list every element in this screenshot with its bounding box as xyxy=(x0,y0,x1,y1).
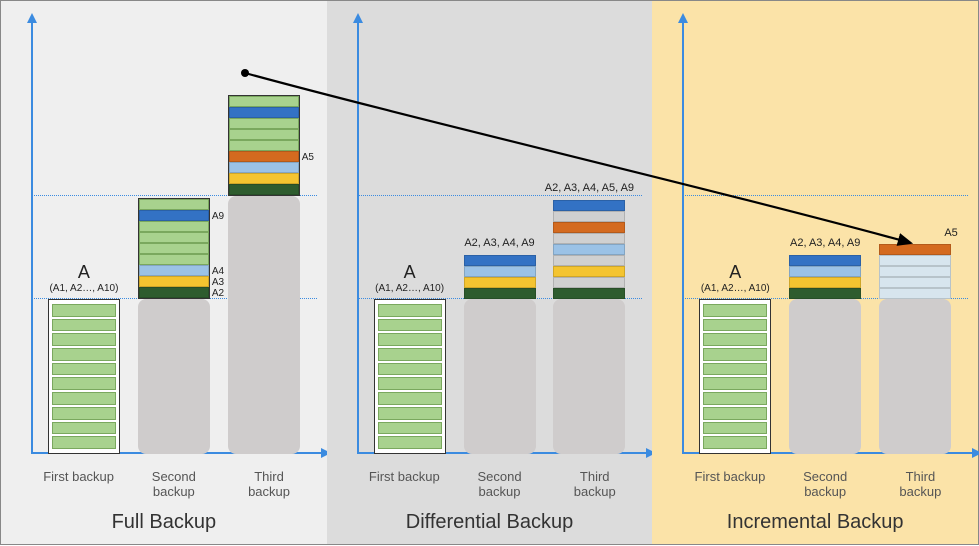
y-axis xyxy=(682,21,684,454)
placeholder xyxy=(228,196,300,454)
chart-full: A (A1, A2…, A10) A2 A3 A4 A9 xyxy=(31,21,317,454)
xlabel: First backup xyxy=(694,469,766,499)
xlabel: First backup xyxy=(368,469,440,499)
panel-differential-backup: A (A1, A2…, A10) A2, A3, A4, A9 xyxy=(327,1,653,544)
panel-full-backup: A (A1, A2…, A10) A2 A3 A4 A9 xyxy=(1,1,327,544)
x-labels-full: First backup Second backup Third backup xyxy=(31,469,317,499)
bars-full: A (A1, A2…, A10) A2 A3 A4 A9 xyxy=(39,21,309,454)
xlabel: Third backup xyxy=(233,469,305,499)
bars-diff: A (A1, A2…, A10) A2, A3, A4, A9 xyxy=(365,21,635,454)
stack-full-second: A2 A3 A4 A9 xyxy=(138,198,210,299)
note-a9: A9 xyxy=(212,211,224,222)
y-axis xyxy=(357,21,359,454)
note-a3: A3 xyxy=(212,277,224,288)
label-A: A (A1, A2…, A10) xyxy=(49,262,118,294)
stack-A xyxy=(48,299,120,454)
xlabel: Third backup xyxy=(884,469,956,499)
panel-title-full: Full Backup xyxy=(1,511,327,534)
bar-full-third: A5 xyxy=(228,95,300,454)
stack-full-third: A5 xyxy=(228,95,300,196)
x-labels-incr: First backup Second backup Third backup xyxy=(682,469,968,499)
placeholder xyxy=(879,299,951,454)
diagram-canvas: Total Space occupied A (A1, A2…, A10) xyxy=(0,0,979,545)
placeholder xyxy=(553,299,625,454)
xlabel: Second backup xyxy=(138,469,210,499)
note-a2: A2 xyxy=(212,288,224,299)
panel-title-incr: Incremental Backup xyxy=(652,511,978,534)
placeholder xyxy=(789,299,861,454)
label-incr-second: A2, A3, A4, A9 xyxy=(790,237,860,249)
panel-incremental-backup: A (A1, A2…, A10) A2, A3, A4, A9 xyxy=(652,1,978,544)
chart-diff: A (A1, A2…, A10) A2, A3, A4, A9 xyxy=(357,21,643,454)
bar-incr-third: A5 xyxy=(879,244,951,454)
xlabel: First backup xyxy=(43,469,115,499)
xlabel: Second backup xyxy=(464,469,536,499)
label-diff-second: A2, A3, A4, A9 xyxy=(464,237,534,249)
stack-incr-third xyxy=(879,244,951,299)
bar-diff-second: A2, A3, A4, A9 xyxy=(464,255,536,454)
bar-full-second: A2 A3 A4 A9 xyxy=(138,198,210,454)
stack-A xyxy=(699,299,771,454)
label-diff-third: A2, A3, A4, A5, A9 xyxy=(545,182,634,194)
label-incr-third: A5 xyxy=(944,227,957,239)
xlabel: Third backup xyxy=(559,469,631,499)
stack-diff-second xyxy=(464,255,536,299)
bar-full-first: A (A1, A2…, A10) xyxy=(48,299,120,454)
label-A: A (A1, A2…, A10) xyxy=(701,262,770,294)
bar-incr-second: A2, A3, A4, A9 xyxy=(789,255,861,454)
bar-incr-first: A (A1, A2…, A10) xyxy=(699,299,771,454)
bar-diff-first: A (A1, A2…, A10) xyxy=(374,299,446,454)
placeholder xyxy=(464,299,536,454)
bar-diff-third: A2, A3, A4, A5, A9 xyxy=(553,200,625,454)
bars-incr: A (A1, A2…, A10) A2, A3, A4, A9 xyxy=(690,21,960,454)
note-a5: A5 xyxy=(302,152,314,163)
stack-incr-second xyxy=(789,255,861,299)
stack-diff-third xyxy=(553,200,625,299)
stack-A xyxy=(374,299,446,454)
y-axis xyxy=(31,21,33,454)
chart-incr: A (A1, A2…, A10) A2, A3, A4, A9 xyxy=(682,21,968,454)
note-a4: A4 xyxy=(212,266,224,277)
placeholder xyxy=(138,299,210,454)
xlabel: Second backup xyxy=(789,469,861,499)
x-labels-diff: First backup Second backup Third backup xyxy=(357,469,643,499)
label-A: A (A1, A2…, A10) xyxy=(375,262,444,294)
panel-title-diff: Differential Backup xyxy=(327,511,653,534)
